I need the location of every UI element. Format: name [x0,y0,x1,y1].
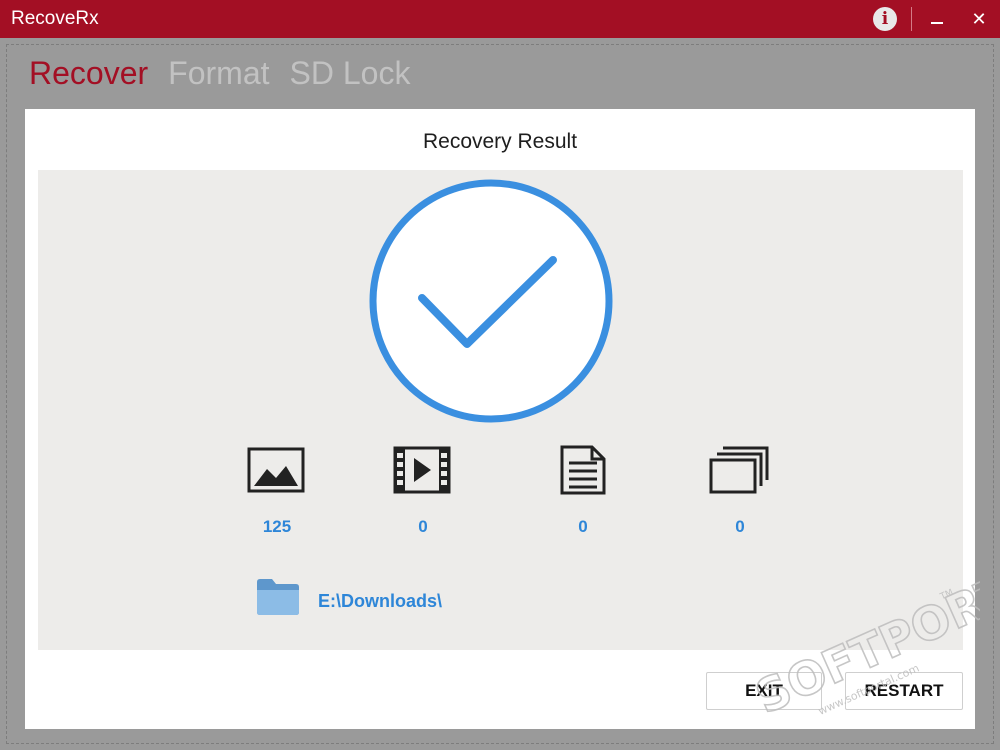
title-bar: RecoveRx i ✕ [0,0,1000,38]
folder-icon[interactable] [255,576,301,616]
info-icon[interactable]: i [873,7,897,31]
tab-recover[interactable]: Recover [29,55,148,92]
other-files-count: 0 [735,517,745,536]
app-title: RecoveRx [11,8,99,29]
exit-button[interactable]: EXIT [706,672,822,710]
restart-button[interactable]: RESTART [845,672,963,710]
video-icon [393,446,451,494]
other-files-icon [709,446,769,494]
nav-tabs: Recover Format SD Lock [29,55,410,92]
document-icon [560,445,606,495]
image-count: 125 [262,517,292,536]
video-count: 0 [418,517,428,536]
image-icon [247,447,305,493]
page-title: Recovery Result [422,130,578,153]
document-count: 0 [578,517,588,536]
tab-format[interactable]: Format [168,55,269,92]
recovery-path-link[interactable]: E:\Downloads\ [318,591,442,612]
titlebar-divider [911,7,912,31]
checkmark-circle-icon [369,179,613,423]
minimize-button[interactable] [926,8,948,30]
tab-sd-lock[interactable]: SD Lock [290,55,411,92]
close-button[interactable]: ✕ [968,8,990,30]
